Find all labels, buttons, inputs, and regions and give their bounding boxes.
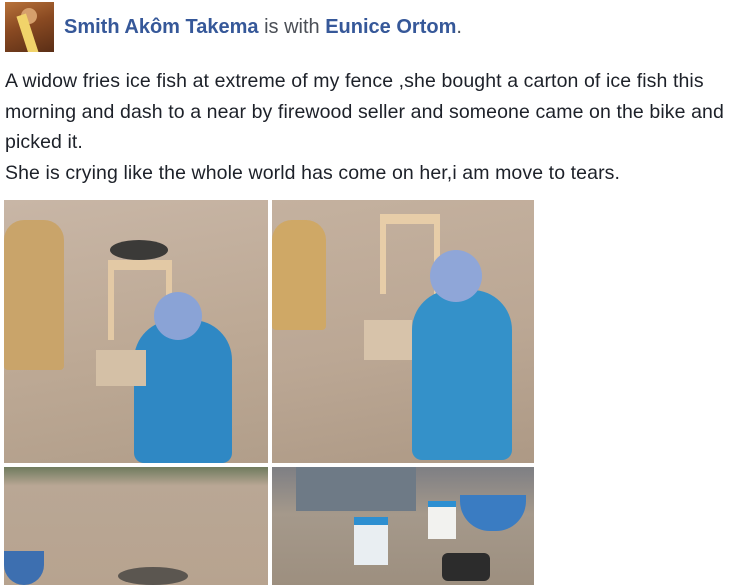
photo-woman-body: [412, 290, 512, 460]
photo-person-left: [272, 220, 326, 330]
photo-person-left: [4, 220, 64, 370]
photo-block: [364, 320, 412, 360]
photo-pan: [110, 240, 168, 260]
post-photo-4[interactable]: [272, 467, 534, 585]
post-header: Smith Akôm Takema is with Eunice Ortom.: [64, 14, 462, 40]
author-avatar[interactable]: [5, 2, 54, 52]
photo-woman-body: [134, 320, 232, 463]
post-photo-3[interactable]: [4, 467, 268, 585]
photo-fence: [296, 467, 416, 511]
post-photo-1[interactable]: [4, 200, 268, 463]
post-photo-2[interactable]: [272, 200, 534, 463]
post-body: A widow fries ice fish at extreme of my …: [5, 66, 747, 188]
photo-woman-head: [430, 250, 482, 302]
photo-bucket: [428, 501, 456, 539]
author-name-link[interactable]: Smith Akôm Takema: [64, 16, 259, 38]
header-period: .: [456, 16, 462, 38]
photo-basin: [460, 495, 526, 531]
photo-pot: [442, 553, 490, 581]
post-paragraph: A widow fries ice fish at extreme of my …: [5, 70, 724, 153]
photo-pan: [118, 567, 188, 585]
with-connector: is with: [264, 16, 320, 38]
photo-block: [96, 350, 146, 386]
photo-bucket: [354, 517, 388, 565]
photo-bowl: [4, 551, 44, 585]
post-paragraph: She is crying like the whole world has c…: [5, 161, 621, 184]
photo-woman-head: [154, 292, 202, 340]
tagged-user-link[interactable]: Eunice Ortom: [325, 16, 456, 38]
